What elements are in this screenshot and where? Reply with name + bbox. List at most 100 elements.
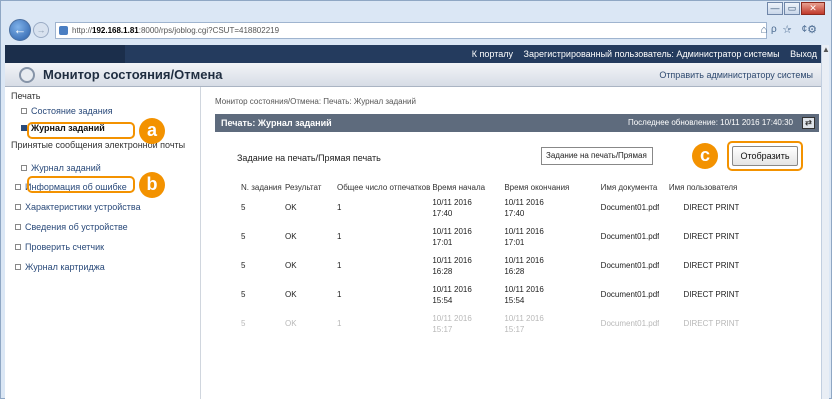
user-name: DIRECT PRINT	[683, 261, 740, 270]
column-header-document-name[interactable]: Имя документа	[571, 181, 659, 193]
site-icon	[59, 26, 68, 35]
bullet-icon	[15, 244, 21, 250]
job-number: 5	[241, 261, 246, 270]
panel-header: Печать: Журнал заданий Последнее обновле…	[215, 114, 819, 132]
page-title: Монитор состояния/Отмена	[43, 67, 223, 82]
start-time: 10/11 2016 17:40	[432, 193, 504, 222]
sidebar-item-job-status[interactable]: Состояние задания	[5, 106, 200, 117]
table-header-row: N. задания Результат Общее число отпечат…	[241, 181, 739, 193]
address-bar[interactable]: http://192.168.1.81:8000/rps/joblog.cgi?…	[55, 22, 767, 39]
start-time: 10/11 2016 15:17	[432, 309, 504, 338]
sidebar-section-print: Печать	[11, 91, 41, 101]
vertical-scrollbar[interactable]: ▲	[821, 45, 830, 399]
scroll-up-icon[interactable]: ▲	[822, 45, 830, 55]
user-name: DIRECT PRINT	[683, 203, 740, 212]
window-controls: — ▭ ✕	[766, 2, 825, 15]
job-number: 5	[241, 290, 246, 299]
home-favorites-settings-icons[interactable]: ⌂ ☆ ⚙	[761, 23, 823, 36]
close-icon[interactable]: ✕	[801, 2, 825, 15]
sidebar-item-device-info[interactable]: Сведения об устройстве	[5, 222, 200, 233]
start-time: 10/11 2016 17:01	[432, 222, 504, 251]
result: OK	[285, 290, 297, 299]
callout-b-badge: b	[139, 172, 165, 198]
total-prints: 1	[337, 261, 342, 270]
mail-admin-link[interactable]: Отправить администратору системы	[659, 70, 813, 80]
end-clock: 17:01	[504, 237, 525, 247]
total-prints: 1	[337, 203, 342, 212]
table-row: 5 OK 1 10/11 2016 15:17 10/11 2016 15:17 D…	[241, 309, 739, 338]
minimize-icon[interactable]: —	[767, 2, 783, 15]
column-header-end-time[interactable]: Время окончания	[504, 181, 571, 193]
start-date: 10/11 2016	[432, 226, 472, 236]
start-time: 10/11 2016 15:54	[432, 280, 504, 309]
job-number: 5	[241, 203, 246, 212]
bullet-icon	[15, 204, 21, 210]
result: OK	[285, 232, 297, 241]
user-name: DIRECT PRINT	[683, 290, 740, 299]
callout-a-badge: a	[139, 118, 165, 144]
maximize-icon[interactable]: ▭	[784, 2, 800, 15]
start-time: 10/11 2016 16:28	[432, 251, 504, 280]
total-prints: 1	[337, 232, 342, 241]
refresh-icon[interactable]: ⇄	[802, 117, 815, 129]
start-clock: 15:17	[432, 324, 453, 334]
sidebar-item-label: Состояние задания	[31, 106, 113, 116]
logout-link[interactable]: Выход	[790, 49, 817, 59]
start-clock: 16:28	[432, 266, 453, 276]
table-row: 5 OK 1 10/11 2016 17:01 10/11 2016 17:01 D…	[241, 222, 739, 251]
page-header: Монитор состояния/Отмена Отправить админ…	[5, 63, 823, 87]
sidebar-item-label: Проверить счетчик	[25, 242, 105, 252]
back-arrow-icon[interactable]: ←	[9, 19, 31, 41]
start-clock: 15:54	[432, 295, 453, 305]
total-prints: 1	[337, 319, 342, 328]
job-type-select[interactable]: Задание на печать/Прямая	[541, 147, 653, 165]
column-header-user-name[interactable]: Имя пользователя	[659, 181, 739, 193]
job-number: 5	[241, 319, 246, 328]
end-clock: 15:54	[504, 295, 525, 305]
main-content: Монитор состояния/Отмена: Печать: Журнал…	[211, 87, 823, 399]
sidebar-section-email: Принятые сообщения электронной почты	[11, 140, 186, 150]
sidebar-item-label: Сведения об устройстве	[25, 222, 128, 232]
callout-b-highlight	[27, 176, 135, 193]
end-clock: 16:28	[504, 266, 525, 276]
start-clock: 17:40	[432, 208, 453, 218]
total-prints: 1	[337, 290, 342, 299]
sidebar-item-device-features[interactable]: Характеристики устройства	[5, 202, 200, 213]
bullet-icon	[21, 108, 27, 114]
sidebar: Печать Состояние задания Журнал заданий …	[5, 87, 201, 399]
callout-a-highlight	[27, 122, 135, 139]
bullet-icon	[15, 264, 21, 270]
title-bar: — ▭ ✕	[1, 1, 831, 17]
url-path: :8000/rps/joblog.cgi?CSUT=418802219	[138, 26, 280, 35]
bullet-icon	[15, 184, 21, 190]
end-date: 10/11 2016	[504, 255, 544, 265]
job-type-label: Задание на печать/Прямая печать	[237, 153, 381, 163]
sidebar-item-cartridge-log[interactable]: Журнал картриджа	[5, 262, 200, 273]
start-date: 10/11 2016	[432, 284, 472, 294]
sidebar-item-check-counter[interactable]: Проверить счетчик	[5, 242, 200, 253]
sidebar-item-label: Характеристики устройства	[25, 202, 141, 212]
end-date: 10/11 2016	[504, 284, 544, 294]
column-header-start-time[interactable]: Время начала	[432, 181, 504, 193]
result: OK	[285, 203, 297, 212]
result: OK	[285, 319, 297, 328]
end-time: 10/11 2016 15:17	[504, 309, 571, 338]
bullet-icon	[21, 165, 27, 171]
document-name: Document01.pdf	[600, 232, 660, 241]
table-row: 5 OK 1 10/11 2016 17:40 10/11 2016 17:40 D…	[241, 193, 739, 222]
column-header-total-prints[interactable]: Общее число отпечатков	[337, 181, 432, 193]
forward-arrow-icon[interactable]: →	[33, 22, 49, 38]
end-date: 10/11 2016	[504, 226, 544, 236]
logged-in-user: Зарегистрированный пользователь: Админис…	[523, 49, 780, 59]
start-clock: 17:01	[432, 237, 453, 247]
sidebar-item-email-job-log[interactable]: Журнал заданий	[5, 163, 200, 174]
column-header-job-number[interactable]: N. задания	[241, 181, 285, 193]
start-date: 10/11 2016	[432, 197, 472, 207]
document-name: Document01.pdf	[600, 203, 660, 212]
portal-link[interactable]: К порталу	[472, 49, 513, 59]
column-header-result[interactable]: Результат	[285, 181, 337, 193]
end-date: 10/11 2016	[504, 197, 544, 207]
document-name: Document01.pdf	[600, 261, 660, 270]
sidebar-item-label: Журнал картриджа	[25, 262, 105, 272]
callout-c-badge: c	[692, 143, 718, 169]
